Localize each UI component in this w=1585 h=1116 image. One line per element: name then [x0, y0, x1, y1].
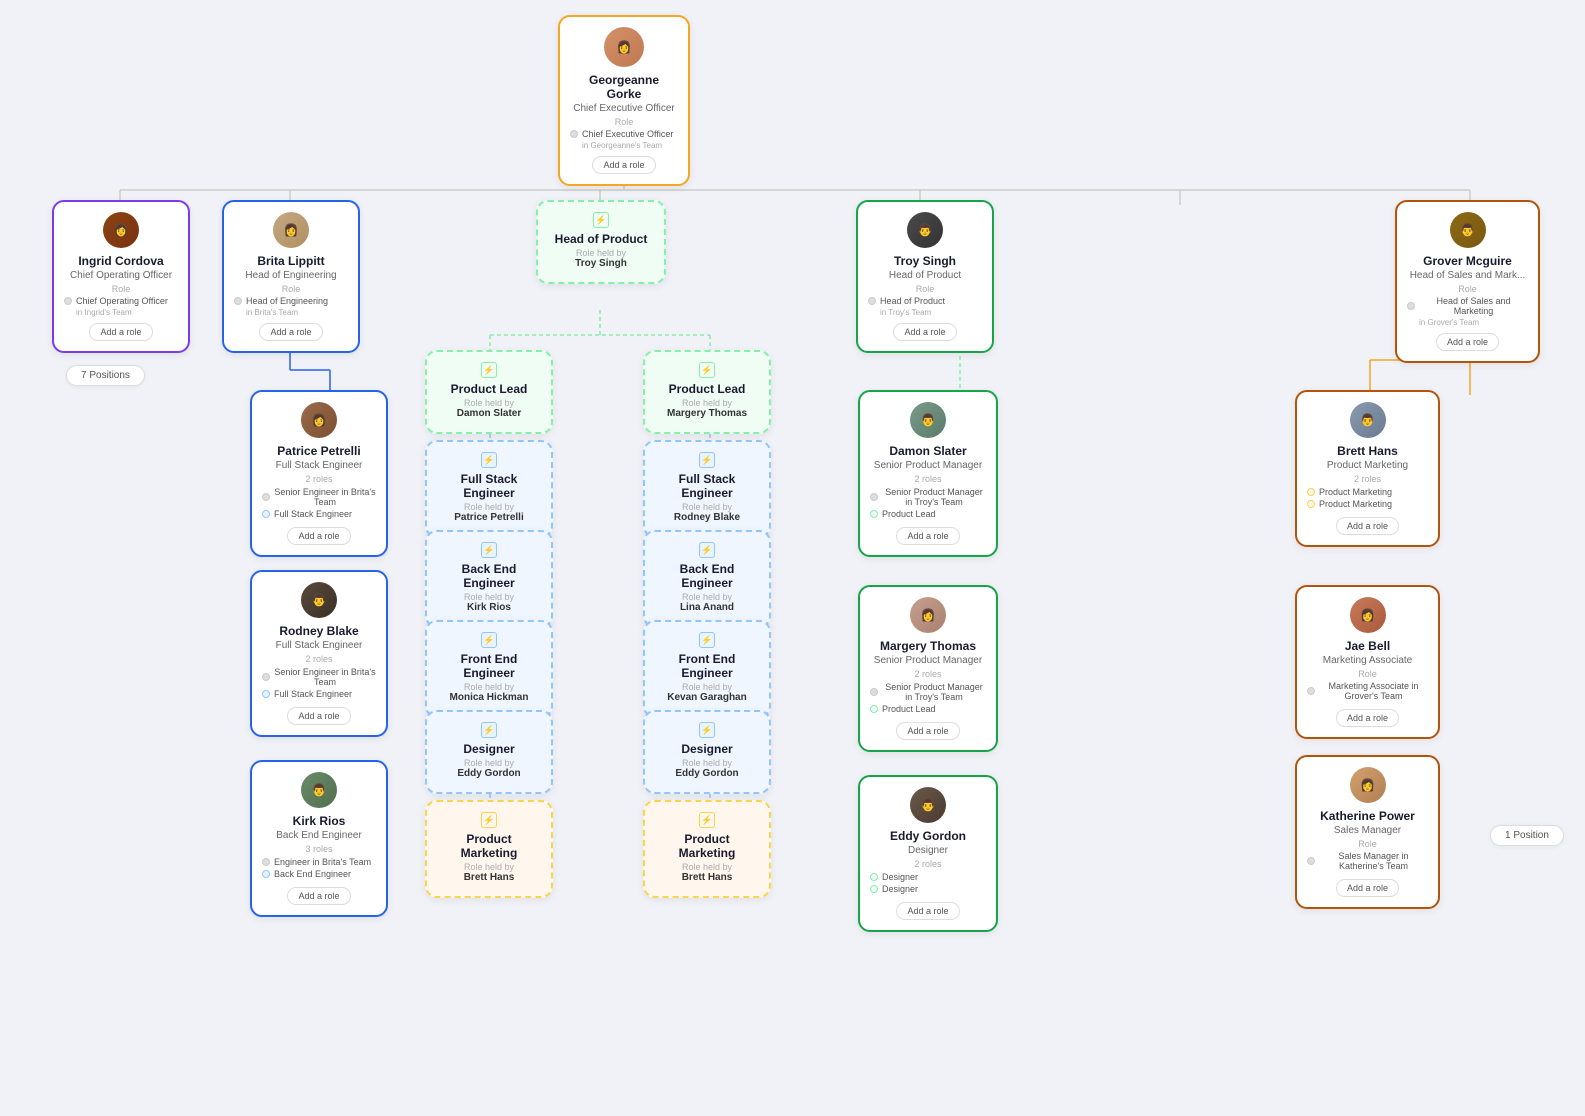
katherine-card: 👩 Katherine Power Sales Manager Role Sal… — [1295, 755, 1440, 909]
product-lead-margery-icon: ⚡ — [699, 362, 715, 378]
designer-eddy1-icon: ⚡ — [481, 722, 497, 738]
brita-name: Brita Lippitt — [234, 254, 348, 268]
katherine-name: Katherine Power — [1307, 809, 1428, 823]
katherine-avatar: 👩 — [1350, 767, 1386, 803]
frontend-monica-icon: ⚡ — [481, 632, 497, 648]
ceo-avatar: 👩 — [604, 27, 644, 67]
rodney-add-role-button[interactable]: Add a role — [287, 707, 350, 725]
kirk-name: Kirk Rios — [262, 814, 376, 828]
patrice-add-role-button[interactable]: Add a role — [287, 527, 350, 545]
backend-kirk-icon: ⚡ — [481, 542, 497, 558]
troy-avatar: 👨 — [907, 212, 943, 248]
troy-add-role-button[interactable]: Add a role — [893, 323, 956, 341]
ceo-role-dot — [570, 130, 578, 138]
troy-role-item: Head of Product — [868, 296, 982, 306]
brita-role-item: Head of Engineering — [234, 296, 348, 306]
margery-card: 👩 Margery Thomas Senior Product Manager … — [858, 585, 998, 752]
frontend-kevan-role-card: ⚡ Front End Engineer Role held by Kevan … — [643, 620, 771, 718]
ceo-name: Georgeanne Gorke — [570, 73, 678, 101]
rodney-name: Rodney Blake — [262, 624, 376, 638]
damon-avatar: 👨 — [910, 402, 946, 438]
grover-card: 👨 Grover Mcguire Head of Sales and Mark.… — [1395, 200, 1540, 363]
brita-title: Head of Engineering — [234, 270, 348, 281]
brett-avatar: 👨 — [1350, 402, 1386, 438]
katherine-positions-badge: 1 Position — [1490, 825, 1564, 846]
rodney-avatar: 👨 — [301, 582, 337, 618]
jae-card: 👩 Jae Bell Marketing Associate Role Mark… — [1295, 585, 1440, 739]
ceo-role-label: Role — [570, 117, 678, 127]
kirk-card: 👨 Kirk Rios Back End Engineer 3 roles En… — [250, 760, 388, 917]
ingrid-title: Chief Operating Officer — [64, 270, 178, 281]
ceo-add-role-button[interactable]: Add a role — [592, 156, 655, 174]
brett-name: Brett Hans — [1307, 444, 1428, 458]
ingrid-name: Ingrid Cordova — [64, 254, 178, 268]
margery-name: Margery Thomas — [870, 639, 986, 653]
troy-card: 👨 Troy Singh Head of Product Role Head o… — [856, 200, 994, 353]
eddy-name: Eddy Gordon — [870, 829, 986, 843]
brita-add-role-button[interactable]: Add a role — [259, 323, 322, 341]
designer-eddy2-role-card: ⚡ Designer Role held by Eddy Gordon — [643, 710, 771, 794]
troy-title: Head of Product — [868, 270, 982, 281]
grover-role-item: Head of Sales and Marketing — [1407, 296, 1528, 316]
ingrid-positions-badge: 7 Positions — [66, 365, 145, 386]
ingrid-avatar: 👩 — [103, 212, 139, 248]
brett-card: 👨 Brett Hans Product Marketing 2 roles P… — [1295, 390, 1440, 547]
brita-avatar: 👩 — [273, 212, 309, 248]
ingrid-add-role-button[interactable]: Add a role — [89, 323, 152, 341]
patrice-card: 👩 Patrice Petrelli Full Stack Engineer 2… — [250, 390, 388, 557]
jae-add-role-button[interactable]: Add a role — [1336, 709, 1399, 727]
backend-lina-icon: ⚡ — [699, 542, 715, 558]
brita-card: 👩 Brita Lippitt Head of Engineering Role… — [222, 200, 360, 353]
fullstack-rodney-icon: ⚡ — [699, 452, 715, 468]
backend-kirk-role-card: ⚡ Back End Engineer Role held by Kirk Ri… — [425, 530, 553, 628]
jae-avatar: 👩 — [1350, 597, 1386, 633]
backend-lina-role-card: ⚡ Back End Engineer Role held by Lina An… — [643, 530, 771, 628]
damon-card: 👨 Damon Slater Senior Product Manager 2 … — [858, 390, 998, 557]
product-lead-damon-icon: ⚡ — [481, 362, 497, 378]
product-mktg1-role-card: ⚡ Product Marketing Role held by Brett H… — [425, 800, 553, 898]
ingrid-card: 👩 Ingrid Cordova Chief Operating Officer… — [52, 200, 190, 353]
katherine-add-role-button[interactable]: Add a role — [1336, 879, 1399, 897]
margery-add-role-button[interactable]: Add a role — [896, 722, 959, 740]
designer-eddy2-icon: ⚡ — [699, 722, 715, 738]
connector-lines — [0, 0, 1585, 1116]
product-lead-damon-role-card: ⚡ Product Lead Role held by Damon Slater — [425, 350, 553, 434]
grover-title: Head of Sales and Mark... — [1407, 270, 1528, 281]
fullstack-patrice-role-card: ⚡ Full Stack Engineer Role held by Patri… — [425, 440, 553, 538]
jae-name: Jae Bell — [1307, 639, 1428, 653]
damon-add-role-button[interactable]: Add a role — [896, 527, 959, 545]
grover-name: Grover Mcguire — [1407, 254, 1528, 268]
grover-add-role-button[interactable]: Add a role — [1436, 333, 1499, 351]
kirk-avatar: 👨 — [301, 772, 337, 808]
troy-name: Troy Singh — [868, 254, 982, 268]
designer-eddy1-role-card: ⚡ Designer Role held by Eddy Gordon — [425, 710, 553, 794]
ceo-role-team: in Georgeanne's Team — [582, 141, 678, 150]
fullstack-rodney-role-card: ⚡ Full Stack Engineer Role held by Rodne… — [643, 440, 771, 538]
product-mktg2-role-card: ⚡ Product Marketing Role held by Brett H… — [643, 800, 771, 898]
eddy-add-role-button[interactable]: Add a role — [896, 902, 959, 920]
damon-name: Damon Slater — [870, 444, 986, 458]
ceo-title: Chief Executive Officer — [570, 103, 678, 114]
ceo-role-item: Chief Executive Officer — [570, 129, 678, 139]
ingrid-role-item: Chief Operating Officer — [64, 296, 178, 306]
product-lead-margery-role-card: ⚡ Product Lead Role held by Margery Thom… — [643, 350, 771, 434]
frontend-kevan-icon: ⚡ — [699, 632, 715, 648]
rodney-card: 👨 Rodney Blake Full Stack Engineer 2 rol… — [250, 570, 388, 737]
frontend-monica-role-card: ⚡ Front End Engineer Role held by Monica… — [425, 620, 553, 718]
org-chart: 👩 Georgeanne Gorke Chief Executive Offic… — [0, 0, 1585, 1116]
product-mktg1-icon: ⚡ — [481, 812, 497, 828]
ceo-card: 👩 Georgeanne Gorke Chief Executive Offic… — [558, 15, 690, 186]
grover-avatar: 👨 — [1450, 212, 1486, 248]
head-product-role-icon: ⚡ — [593, 212, 609, 228]
patrice-avatar: 👩 — [301, 402, 337, 438]
kirk-add-role-button[interactable]: Add a role — [287, 887, 350, 905]
head-product-role-card: ⚡ Head of Product Role held by Troy Sing… — [536, 200, 666, 284]
margery-avatar: 👩 — [910, 597, 946, 633]
eddy-avatar: 👨 — [910, 787, 946, 823]
fullstack-patrice-icon: ⚡ — [481, 452, 497, 468]
brett-add-role-button[interactable]: Add a role — [1336, 517, 1399, 535]
patrice-name: Patrice Petrelli — [262, 444, 376, 458]
eddy-card: 👨 Eddy Gordon Designer 2 roles Designer … — [858, 775, 998, 932]
product-mktg2-icon: ⚡ — [699, 812, 715, 828]
